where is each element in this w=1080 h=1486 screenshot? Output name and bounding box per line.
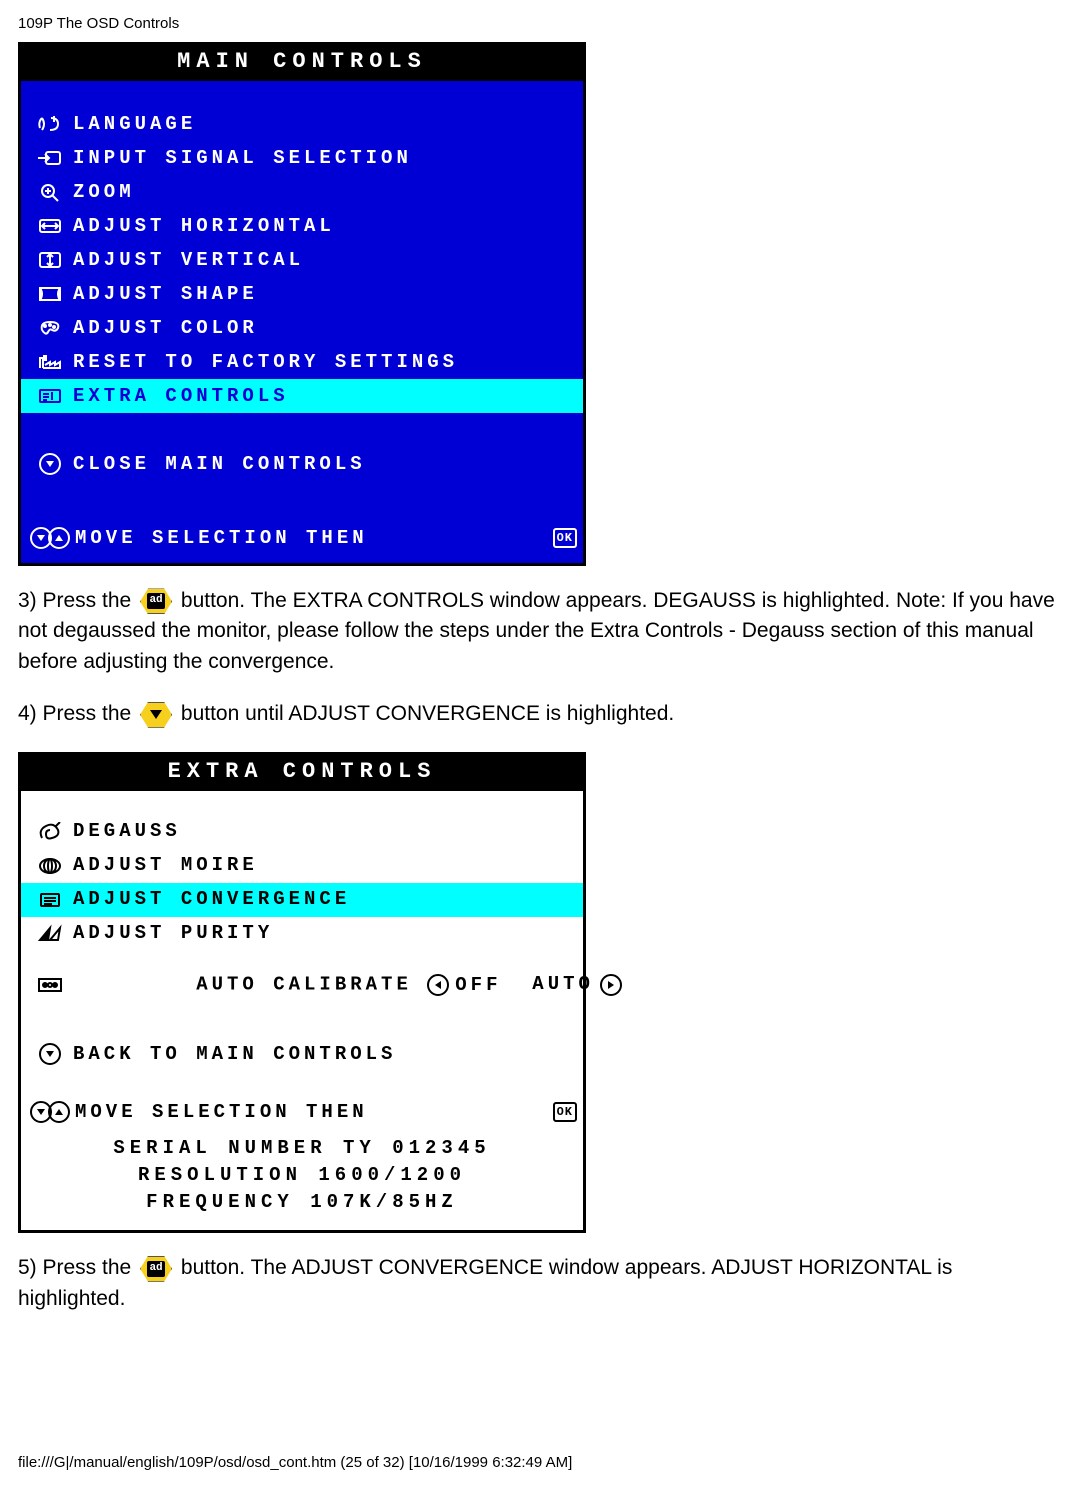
osd-main-title: MAIN CONTROLS: [21, 45, 583, 81]
menu-label: ADJUST COLOR: [73, 319, 575, 338]
down-button-graphic: [139, 702, 173, 728]
osd-info-block: SERIAL NUMBER TY 012345 RESOLUTION 1600/…: [21, 1129, 583, 1230]
language-icon: [27, 114, 73, 134]
menu-label: LANGUAGE: [73, 115, 575, 134]
resolution-info: RESOLUTION 1600/1200: [21, 1162, 583, 1189]
shape-icon: [27, 284, 73, 304]
menu-item-zoom[interactable]: ZOOM: [21, 175, 583, 209]
step-3-text: 3) Press the ad button. The EXTRA CONTRO…: [18, 586, 1062, 677]
vertical-icon: [27, 250, 73, 270]
menu-item-input-signal[interactable]: INPUT SIGNAL SELECTION: [21, 141, 583, 175]
back-down-icon: [27, 1043, 73, 1065]
menu-item-adjust-color[interactable]: ADJUST COLOR: [21, 311, 583, 345]
menu-label: ADJUST CONVERGENCE: [73, 890, 575, 909]
moire-icon: [27, 856, 73, 876]
purity-icon: [27, 924, 73, 944]
menu-item-extra-controls[interactable]: EXTRA CONTROLS: [21, 379, 583, 413]
osd-extra-title: EXTRA CONTROLS: [21, 755, 583, 791]
auto-calibrate-icon: [27, 975, 73, 995]
degauss-icon: [27, 822, 73, 842]
horizontal-icon: [27, 216, 73, 236]
menu-label: BACK TO MAIN CONTROLS: [73, 1045, 575, 1064]
menu-item-adjust-vertical[interactable]: ADJUST VERTICAL: [21, 243, 583, 277]
menu-item-adjust-purity[interactable]: ADJUST PURITY: [21, 917, 583, 951]
page-footer: file:///G|/manual/english/109P/osd/osd_c…: [18, 1454, 1062, 1471]
right-arrow-icon: [600, 974, 622, 996]
menu-label: ADJUST HORIZONTAL: [73, 217, 575, 236]
menu-label: CLOSE MAIN CONTROLS: [73, 455, 575, 474]
menu-item-language[interactable]: LANGUAGE: [21, 107, 583, 141]
color-icon: [27, 318, 73, 338]
menu-label: INPUT SIGNAL SELECTION: [73, 149, 575, 168]
hint-text: MOVE SELECTION THEN: [75, 1103, 545, 1122]
ok-icon: OK: [553, 528, 577, 548]
menu-label: ZOOM: [73, 183, 575, 202]
factory-icon: [27, 352, 73, 372]
close-down-icon: [27, 453, 73, 475]
ok-button-graphic: ad: [139, 588, 173, 614]
serial-number: SERIAL NUMBER TY 012345: [21, 1135, 583, 1162]
menu-item-degauss[interactable]: DEGAUSS: [21, 815, 583, 849]
zoom-icon: [27, 182, 73, 202]
menu-item-adjust-convergence[interactable]: ADJUST CONVERGENCE: [21, 883, 583, 917]
menu-label: ADJUST VERTICAL: [73, 251, 575, 270]
move-up-down-icon: [27, 1101, 73, 1123]
convergence-icon: [27, 890, 73, 910]
osd-main-controls: MAIN CONTROLS LANGUAGE INPUT SIGNAL SELE…: [18, 42, 586, 566]
step-4-text: 4) Press the button until ADJUST CONVERG…: [18, 699, 1062, 729]
page-header: 109P The OSD Controls: [18, 15, 1062, 32]
menu-label: DEGAUSS: [73, 822, 575, 841]
osd-hint-row: MOVE SELECTION THEN OK: [21, 1097, 583, 1129]
move-up-down-icon: [27, 527, 73, 549]
menu-label: ADJUST MOIRE: [73, 856, 575, 875]
input-signal-icon: [27, 148, 73, 168]
frequency-info: FREQUENCY 107K/85HZ: [21, 1189, 583, 1216]
left-arrow-icon: [427, 974, 449, 996]
step-5-text: 5) Press the ad button. The ADJUST CONVE…: [18, 1253, 1062, 1314]
osd-hint-row: MOVE SELECTION THEN OK: [21, 515, 583, 563]
osd-extra-controls: EXTRA CONTROLS DEGAUSS ADJUST MOIRE ADJU…: [18, 752, 586, 1234]
extra-controls-icon: [27, 386, 73, 406]
menu-item-auto-calibrate[interactable]: AUTO CALIBRATE OFF AUTO: [21, 951, 583, 1020]
menu-item-adjust-moire[interactable]: ADJUST MOIRE: [21, 849, 583, 883]
menu-item-reset-factory[interactable]: RESET TO FACTORY SETTINGS: [21, 345, 583, 379]
ok-button-graphic: ad: [139, 1256, 173, 1282]
menu-label: EXTRA CONTROLS: [73, 387, 575, 406]
menu-item-close[interactable]: CLOSE MAIN CONTROLS: [21, 447, 583, 481]
menu-label: AUTO CALIBRATE OFF AUTO: [73, 955, 622, 1016]
menu-item-back[interactable]: BACK TO MAIN CONTROLS: [21, 1037, 583, 1071]
ok-icon: OK: [553, 1102, 577, 1122]
menu-item-adjust-shape[interactable]: ADJUST SHAPE: [21, 277, 583, 311]
menu-label: ADJUST PURITY: [73, 924, 575, 943]
menu-label: ADJUST SHAPE: [73, 285, 575, 304]
menu-label: RESET TO FACTORY SETTINGS: [73, 353, 575, 372]
hint-text: MOVE SELECTION THEN: [75, 529, 545, 548]
menu-item-adjust-horizontal[interactable]: ADJUST HORIZONTAL: [21, 209, 583, 243]
